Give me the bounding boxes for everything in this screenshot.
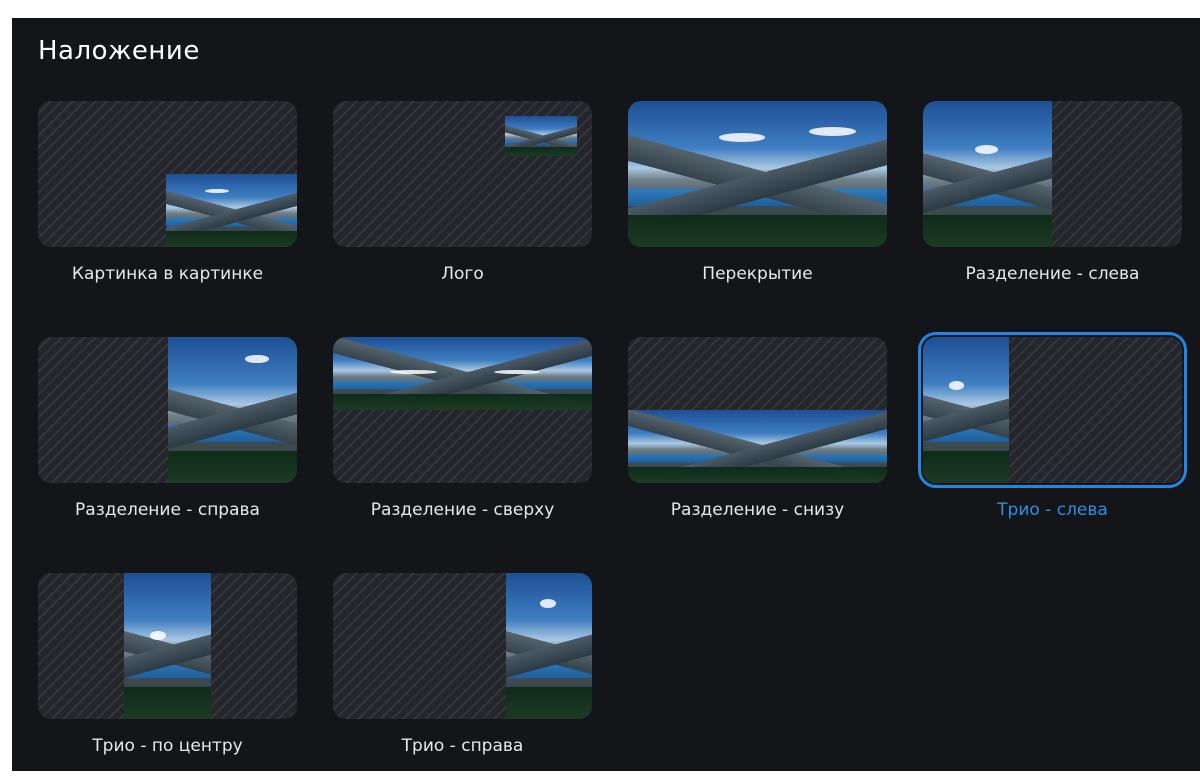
layout-picture-in-picture-icon: [38, 101, 297, 247]
layout-option-label: Трио - по центру: [92, 736, 243, 756]
layout-split-right-icon: [38, 337, 297, 483]
layout-option-picture-in-picture[interactable]: Картинка в картинке: [20, 101, 315, 311]
layout-option-overlay[interactable]: Перекрытие: [610, 101, 905, 311]
layout-option-trio-center[interactable]: Трио - по центру: [20, 573, 315, 783]
layout-option-label: Разделение - сверху: [370, 500, 555, 520]
layout-option-label: Картинка в картинке: [71, 264, 264, 284]
overlay-panel: Наложение Картинка в картинке Лого Перек…: [12, 18, 1200, 771]
layout-option-label: Трио - справа: [401, 736, 524, 756]
layout-trio-center-icon: [38, 573, 297, 719]
layout-trio-left-icon: [918, 332, 1187, 488]
layout-split-bottom-icon: [628, 337, 887, 483]
layout-option-split-bottom[interactable]: Разделение - снизу: [610, 337, 905, 547]
layout-option-split-right[interactable]: Разделение - справа: [20, 337, 315, 547]
layout-option-label: Разделение - слева: [965, 264, 1140, 284]
layout-logo-icon: [333, 101, 592, 247]
layout-option-label: Перекрытие: [702, 264, 813, 284]
layout-option-label: Разделение - снизу: [670, 500, 845, 520]
layout-split-left-icon: [923, 101, 1182, 247]
layout-option-label: Разделение - справа: [75, 500, 260, 520]
layout-option-trio-right[interactable]: Трио - справа: [315, 573, 610, 783]
layout-option-logo[interactable]: Лого: [315, 101, 610, 311]
layout-option-label: Лого: [441, 264, 484, 284]
layout-overlay-icon: [628, 101, 887, 247]
layout-split-top-icon: [333, 337, 592, 483]
layout-option-split-left[interactable]: Разделение - слева: [905, 101, 1200, 311]
panel-title: Наложение: [38, 36, 200, 66]
layout-option-trio-left[interactable]: Трио - слева: [905, 332, 1200, 547]
layout-option-split-top[interactable]: Разделение - сверху: [315, 337, 610, 547]
layout-trio-right-icon: [333, 573, 592, 719]
layout-option-label: Трио - слева: [997, 500, 1108, 520]
